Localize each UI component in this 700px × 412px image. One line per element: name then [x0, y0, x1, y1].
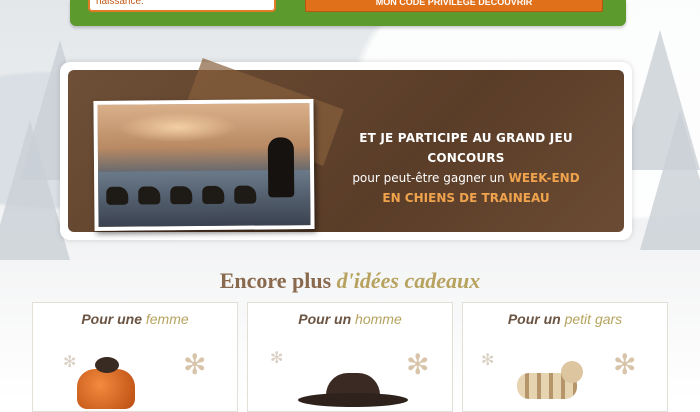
birthdate-input[interactable]: naissance. — [88, 0, 276, 12]
gift-card-title: Pour un petit gars — [463, 311, 667, 327]
gift-card-title-prefix: Pour un — [298, 311, 352, 327]
contest-line-2-highlight: WEEK-END — [508, 171, 580, 185]
gift-card-boy[interactable]: Pour un petit gars ✻ ✻ — [462, 302, 668, 412]
plush-toy-image[interactable] — [511, 361, 583, 401]
gift-bag-image[interactable] — [77, 355, 137, 409]
contest-panel[interactable]: ET JE PARTICIPE AU GRAND JEU CONCOURS po… — [60, 58, 632, 240]
contest-line-1: ET JE PARTICIPE AU GRAND JEU CONCOURS — [359, 131, 573, 165]
gift-ideas-heading-prefix: Encore plus — [219, 268, 332, 293]
gift-card-woman[interactable]: Pour une femme ✻ ✻ — [32, 302, 238, 412]
gift-card-title-highlight: petit gars — [564, 311, 623, 327]
snowflake-icon: ✻ — [481, 352, 495, 369]
gift-card-title-prefix: Pour une — [81, 311, 142, 327]
snowflake-icon: ✻ — [270, 350, 284, 367]
gift-card-title: Pour un homme — [248, 311, 452, 327]
gift-ideas-heading-italic: d'idées cadeaux — [336, 268, 481, 293]
contest-line-2: pour peut-être gagner un WEEK-END — [326, 168, 606, 188]
gift-card-title-prefix: Pour un — [507, 311, 561, 327]
hat-image[interactable] — [298, 373, 408, 409]
snowflake-icon: ✻ — [63, 354, 77, 371]
contest-line-3: EN CHIENS DE TRAINEAU — [382, 191, 550, 205]
musher-silhouette — [267, 137, 295, 198]
gift-card-title-highlight: femme — [145, 311, 189, 327]
dog-sled-photo — [93, 99, 315, 231]
gift-card-title-highlight: homme — [355, 311, 402, 327]
snowflake-icon: ✻ — [613, 349, 637, 380]
contest-panel-inner: ET JE PARTICIPE AU GRAND JEU CONCOURS po… — [68, 58, 624, 232]
gift-card-title: Pour une femme — [33, 311, 237, 327]
gift-card-man[interactable]: Pour un homme ✻ ✻ — [247, 302, 453, 412]
contest-text: ET JE PARTICIPE AU GRAND JEU CONCOURS po… — [326, 128, 606, 208]
snowflake-icon: ✻ — [406, 349, 430, 380]
discover-code-button[interactable]: MON CODE PRIVILÈGE DÉCOUVRIR — [305, 0, 603, 12]
snowflake-icon: ✻ — [183, 349, 207, 380]
contest-line-2-prefix: pour peut-être gagner un — [352, 171, 505, 185]
gift-ideas-heading: Encore plus d'idées cadeaux — [0, 268, 700, 294]
